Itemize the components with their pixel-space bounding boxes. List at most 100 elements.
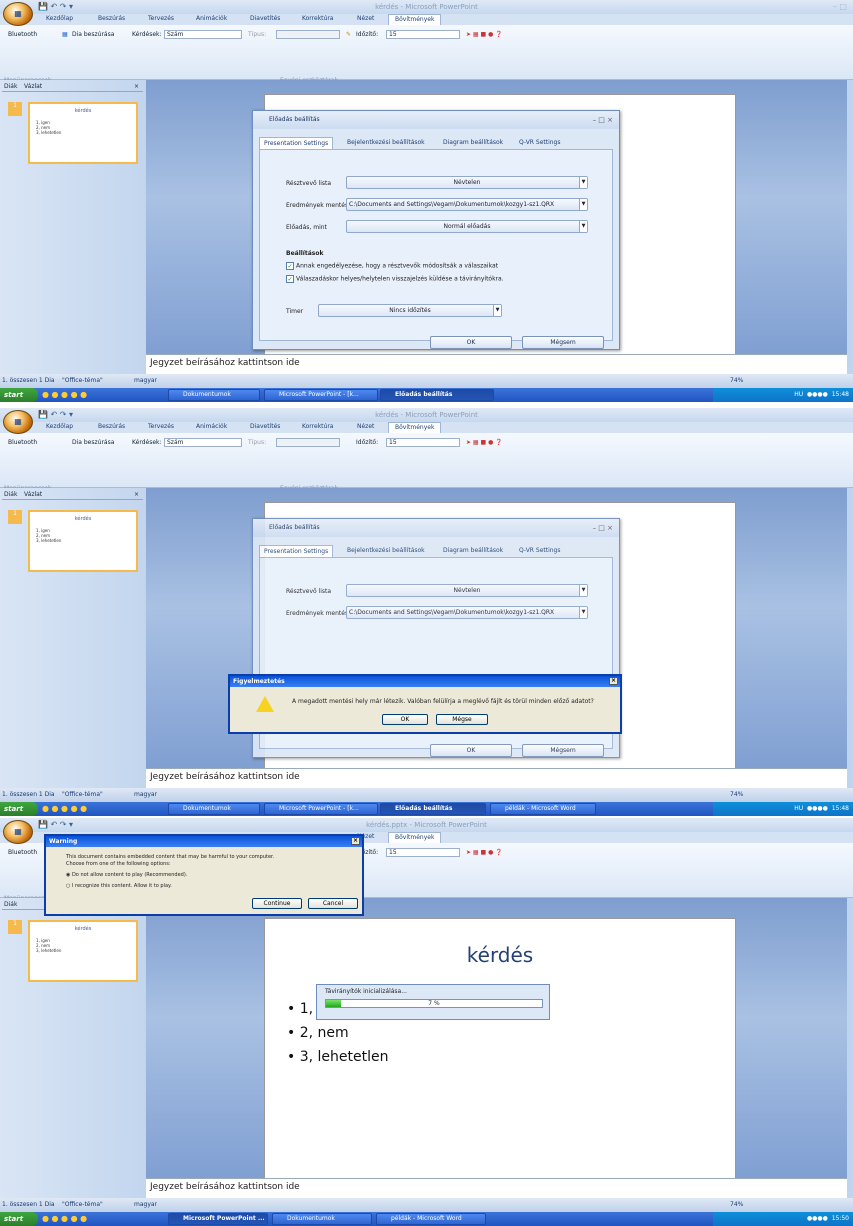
tab-view[interactable]: Nézet [357, 15, 374, 22]
taskbar-documents[interactable]: Dokumentumok [272, 1213, 372, 1225]
presentation-select[interactable]: Normál előadás ▼ [346, 220, 588, 233]
taskbar-documents[interactable]: Dokumentumok [168, 389, 260, 401]
ok-button[interactable]: OK [430, 744, 512, 757]
tab-addins[interactable]: Bővítmények [388, 14, 442, 25]
office-button[interactable]: ▦ [3, 410, 33, 434]
slide-canvas[interactable]: kérdés • 1, igen • 2, nem • 3, lehetetle… [264, 918, 736, 1200]
tab-slideshow[interactable]: Diavetítés [250, 423, 280, 430]
tool-icons[interactable]: ➤ ▦ ■ ● ❓ [466, 439, 503, 446]
tab-review[interactable]: Korrektúra [302, 423, 333, 430]
start-button[interactable]: start [0, 388, 38, 402]
tab-slideshow[interactable]: Diavetítés [250, 15, 280, 22]
tab-outline[interactable]: Vázlat [24, 491, 42, 498]
tab-design[interactable]: Tervezés [148, 15, 174, 22]
tab-animations[interactable]: Animációk [196, 15, 227, 22]
notes-pane[interactable]: Jegyzet beírásához kattintson ide [146, 354, 847, 374]
radio-allow[interactable]: ○ I recognize this content. Allow it to … [66, 883, 172, 889]
tab-insert[interactable]: Beszúrás [98, 15, 125, 22]
tab-diagram-settings[interactable]: Diagram beállítások [439, 545, 507, 557]
bluetooth-button[interactable]: Bluetooth [8, 849, 37, 856]
tab-slides[interactable]: Diák [4, 901, 17, 908]
quick-access-toolbar[interactable]: 💾 ↶ ↷ ▾ [38, 410, 73, 419]
tab-qvr-settings[interactable]: Q-VR Settings [515, 137, 565, 149]
slide-thumbnail[interactable]: kérdés 1, igen 2, nem 3, lehetetlen [28, 920, 138, 982]
tab-review[interactable]: Korrektúra [302, 15, 333, 22]
close-icon[interactable]: – □ × [593, 111, 613, 129]
ok-button[interactable]: OK [430, 336, 512, 349]
office-button[interactable]: ▦ [3, 820, 33, 844]
questions-combo[interactable]: Szám [164, 438, 242, 447]
taskbar-settings[interactable]: Előadás beállítás [380, 803, 486, 815]
tab-addins[interactable]: Bővítmények [388, 832, 442, 843]
timer-combo[interactable]: 15 [386, 438, 460, 447]
bluetooth-button[interactable]: Bluetooth [8, 439, 37, 446]
cancel-button[interactable]: Mégsem [522, 336, 604, 349]
quick-launch-icons[interactable]: ● ● ● ● ● [42, 390, 87, 400]
close-icon[interactable]: × [134, 83, 139, 90]
window-controls[interactable]: – □ [833, 2, 847, 11]
taskbar-powerpoint[interactable]: Microsoft PowerPoint - [k... [264, 803, 378, 815]
tab-design[interactable]: Tervezés [148, 423, 174, 430]
tool-icons[interactable]: ➤ ▦ ■ ● ❓ [466, 31, 503, 38]
type-combo[interactable] [276, 438, 340, 447]
allow-modify-checkbox[interactable]: ✓ Annak engedélyezése, hogy a résztvevők … [286, 262, 498, 270]
tray-lang[interactable]: HU [794, 391, 803, 398]
insert-slide-button[interactable]: Dia beszúrása [72, 31, 114, 38]
tool-icons[interactable]: ➤ ▦ ■ ● ❓ [466, 849, 503, 856]
close-icon[interactable]: × [351, 837, 360, 845]
timer-combo[interactable]: 15 [386, 848, 460, 857]
bluetooth-button[interactable]: Bluetooth [8, 31, 37, 38]
tab-presentation-settings[interactable]: Presentation Settings [259, 137, 334, 149]
taskbar-settings[interactable]: Előadás beállítás [380, 389, 494, 401]
tab-slides[interactable]: Diák [4, 83, 17, 90]
taskbar-word[interactable]: példák - Microsoft Word [490, 803, 596, 815]
close-icon[interactable]: × [134, 491, 139, 498]
start-button[interactable]: start [0, 802, 38, 816]
results-path-select[interactable]: C:\Documents and Settings\Vegam\Dokument… [346, 606, 588, 619]
feedback-checkbox[interactable]: ✓ Válaszadáskor helyes/helytelen visszaje… [286, 275, 504, 283]
notes-pane[interactable]: Jegyzet beírásához kattintson ide [146, 1178, 847, 1198]
timer-select[interactable]: Nincs időzítés▼ [318, 304, 502, 317]
quick-access-toolbar[interactable]: 💾 ↶ ↷ ▾ [38, 2, 73, 11]
office-button[interactable]: ▦ [3, 2, 33, 26]
tab-login-settings[interactable]: Bejelentkezési beállítások [343, 137, 429, 149]
type-combo[interactable] [276, 30, 340, 39]
taskbar-word[interactable]: példák - Microsoft Word [376, 1213, 486, 1225]
cancel-button[interactable]: Mégsem [522, 744, 604, 757]
tab-diagram-settings[interactable]: Diagram beállítások [439, 137, 507, 149]
tab-qvr-settings[interactable]: Q-VR Settings [515, 545, 565, 557]
close-icon[interactable]: – □ × [593, 519, 613, 537]
quick-access-toolbar[interactable]: 💾 ↶ ↷ ▾ [38, 820, 73, 829]
start-button[interactable]: start [0, 1212, 38, 1226]
close-icon[interactable]: × [609, 677, 618, 685]
quick-launch-icons[interactable]: ● ● ● ● ● [42, 1214, 87, 1224]
timer-combo[interactable]: 15 [386, 30, 460, 39]
quick-launch-icons[interactable]: ● ● ● ● ● [42, 804, 87, 814]
participant-select[interactable]: Névtelen ▼ [346, 176, 588, 189]
insert-slide-button[interactable]: Dia beszúrása [72, 439, 114, 446]
tab-outline[interactable]: Vázlat [24, 83, 42, 90]
notes-pane[interactable]: Jegyzet beírásához kattintson ide [146, 768, 847, 788]
tab-animations[interactable]: Animációk [196, 423, 227, 430]
slide-thumbnail[interactable]: kérdés 1, igen 2, nem 3, lehetetlen [28, 102, 138, 164]
tab-presentation-settings[interactable]: Presentation Settings [259, 545, 334, 557]
taskbar-documents[interactable]: Dokumentumok [168, 803, 260, 815]
tab-home[interactable]: Kezdőlap [46, 423, 73, 430]
tab-insert[interactable]: Beszúrás [98, 423, 125, 430]
tab-addins[interactable]: Bővítmények [388, 422, 442, 433]
tray-lang[interactable]: HU [794, 805, 803, 812]
ok-button[interactable]: OK [382, 714, 428, 725]
tab-view[interactable]: Nézet [357, 423, 374, 430]
tab-home[interactable]: Kezdőlap [46, 15, 73, 22]
participant-select[interactable]: Névtelen ▼ [346, 584, 588, 597]
questions-combo[interactable]: Szám [164, 30, 242, 39]
tab-login-settings[interactable]: Bejelentkezési beállítások [343, 545, 429, 557]
tab-slides[interactable]: Diák [4, 491, 17, 498]
radio-deny[interactable]: ◉ Do not allow content to play (Recommen… [66, 872, 187, 878]
slide-thumbnail[interactable]: kérdés 1, igen 2, nem 3, lehetetlen [28, 510, 138, 572]
taskbar-powerpoint[interactable]: Microsoft PowerPoint ... [168, 1213, 268, 1225]
cancel-button[interactable]: Mégse [436, 714, 488, 725]
cancel-button[interactable]: Cancel [308, 898, 358, 909]
results-path-select[interactable]: C:\Documents and Settings\Vegam\Dokument… [346, 198, 588, 211]
taskbar-powerpoint[interactable]: Microsoft PowerPoint - [k... [264, 389, 378, 401]
